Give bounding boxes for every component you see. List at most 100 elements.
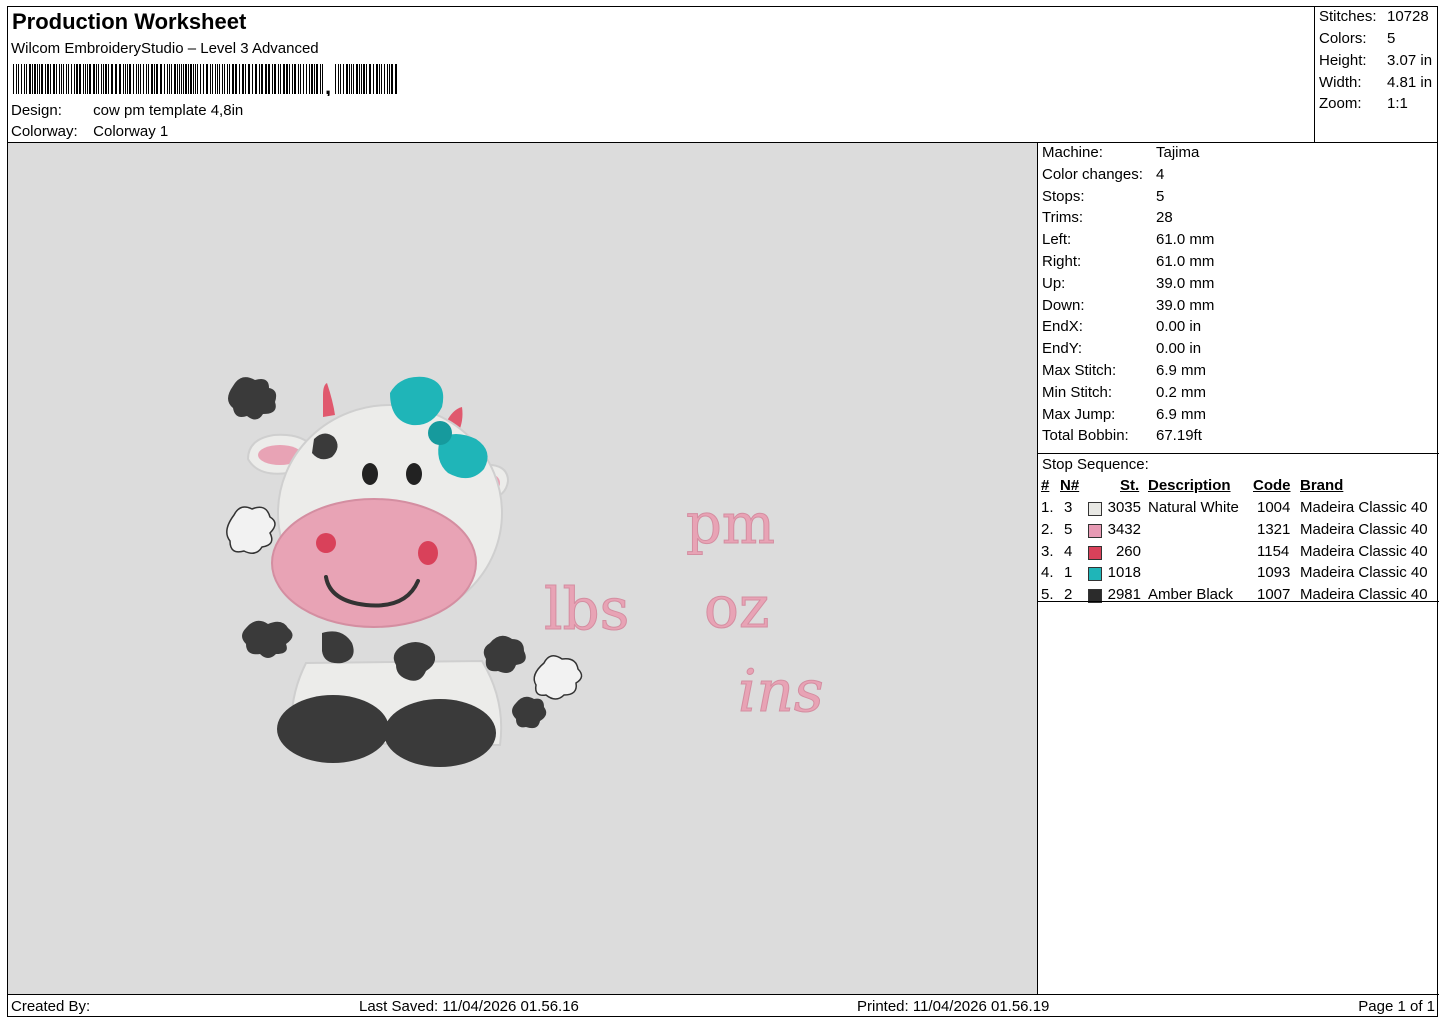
design-text-ins: ins	[738, 657, 824, 725]
stop-num: 2.	[1041, 520, 1054, 538]
property-row: Right: 61.0 mm	[1042, 253, 1214, 270]
stop-num: 3.	[1041, 542, 1054, 560]
barcode-bar	[185, 64, 187, 94]
cow-spot-outline	[226, 506, 276, 554]
col-description: Description	[1148, 477, 1231, 494]
cow-foot	[277, 695, 389, 763]
barcode-bar	[369, 64, 371, 94]
stop-row: 3. 4 260 1154 Madeira Classic 40	[1038, 543, 1439, 565]
property-label: EndY:	[1042, 340, 1083, 358]
property-label: Color changes:	[1042, 165, 1143, 183]
barcode-bar	[306, 64, 307, 94]
property-row: Color changes: 4	[1042, 166, 1164, 183]
software-name: Wilcom EmbroideryStudio – Level 3 Advanc…	[11, 40, 319, 57]
barcode-bar	[359, 64, 360, 94]
property-row: Min Stitch: 0.2 mm	[1042, 384, 1206, 401]
barcode-bar	[68, 64, 69, 94]
barcode-bar	[32, 64, 33, 94]
barcode-bar	[268, 64, 270, 94]
summary-value: 5	[1387, 30, 1396, 47]
barcode-bar	[280, 64, 281, 94]
colorway-label: Colorway:	[11, 123, 78, 140]
cow-muzzle	[271, 498, 477, 628]
property-label: Total Bobbin:	[1042, 427, 1129, 445]
barcode-bar	[361, 64, 362, 94]
design-value: cow pm template 4,8in	[93, 102, 244, 119]
barcode-bar	[203, 64, 204, 94]
barcode-bar	[151, 64, 153, 94]
color-swatch	[1088, 567, 1102, 582]
cow-spot	[228, 377, 277, 420]
property-label: Trims:	[1042, 209, 1084, 227]
last-saved: Last Saved: 11/04/2026 01.56.16	[359, 998, 579, 1015]
bow-knot	[428, 421, 452, 445]
stop-code: 1004	[1257, 499, 1291, 516]
barcode-bar	[101, 64, 102, 94]
barcode-bar	[133, 64, 134, 94]
barcode-bar	[93, 64, 95, 94]
design-label: Design:	[11, 102, 62, 119]
embroidery-design: lbs pm oz ins	[226, 376, 824, 767]
barcode-bar	[395, 64, 397, 94]
barcode-bar	[248, 64, 250, 94]
barcode-bar	[39, 64, 40, 94]
design-text-lbs: lbs	[544, 575, 629, 643]
barcode-bar	[140, 64, 141, 94]
barcode-bar	[300, 64, 301, 94]
barcode-bar	[105, 64, 107, 94]
property-label: Left:	[1042, 231, 1072, 249]
property-value: 39.0 mm	[1156, 274, 1215, 292]
summary-label: Stitches:	[1319, 8, 1377, 25]
summary-label: Zoom:	[1319, 95, 1362, 112]
barcode-bar	[384, 64, 385, 94]
barcode-bar	[381, 64, 382, 94]
page-title: Production Worksheet	[12, 9, 247, 34]
barcode-bar	[47, 64, 49, 94]
cow-foot	[384, 699, 496, 767]
barcode-bar	[45, 64, 46, 94]
stop-needle: 5	[1064, 520, 1073, 538]
summary-label: Colors:	[1319, 30, 1367, 47]
property-value: 5	[1156, 187, 1165, 205]
property-row: Max Stitch: 6.9 mm	[1042, 362, 1206, 379]
barcode-bar	[314, 64, 315, 94]
cow-spot	[512, 696, 547, 729]
stop-brand: Madeira Classic 40	[1300, 520, 1428, 538]
divider	[1038, 453, 1439, 454]
property-value: 4	[1156, 165, 1165, 183]
summary-row: Stitches: 10728	[1319, 8, 1429, 25]
property-value: 39.0 mm	[1156, 296, 1215, 314]
stop-num: 1.	[1041, 499, 1054, 516]
barcode-bar	[298, 64, 299, 94]
colorway-row: Colorway: Colorway 1	[11, 123, 168, 140]
cow-eye	[362, 463, 378, 485]
barcode-bar	[239, 64, 240, 94]
summary-value: 1:1	[1387, 95, 1408, 112]
barcode-bar	[50, 64, 51, 94]
barcode-bar	[41, 64, 43, 94]
barcode-bar	[242, 64, 244, 94]
barcode-bar	[37, 64, 38, 94]
barcode-bar	[129, 64, 131, 94]
stop-brand: Madeira Classic 40	[1300, 564, 1428, 582]
barcode-bar	[245, 64, 246, 94]
barcode-bar	[16, 64, 17, 94]
property-row: EndX: 0.00 in	[1042, 318, 1201, 335]
barcode-bar	[148, 64, 149, 94]
barcode-bar	[376, 64, 378, 94]
barcode-bar	[389, 64, 390, 94]
barcode-bar	[379, 64, 380, 94]
barcode-bar	[13, 64, 14, 94]
barcode-bar	[200, 64, 201, 94]
barcode-bar	[232, 64, 234, 94]
design-text-pm: pm	[686, 492, 775, 557]
barcode-bar	[210, 64, 211, 94]
barcode-bar	[29, 64, 31, 94]
property-row: EndY: 0.00 in	[1042, 340, 1201, 357]
barcode-bar	[85, 64, 86, 94]
barcode-bar	[373, 64, 374, 94]
barcode-bar	[322, 64, 323, 94]
property-value: 28	[1156, 209, 1173, 227]
barcode-bar	[320, 64, 321, 94]
color-swatch	[1088, 523, 1102, 538]
